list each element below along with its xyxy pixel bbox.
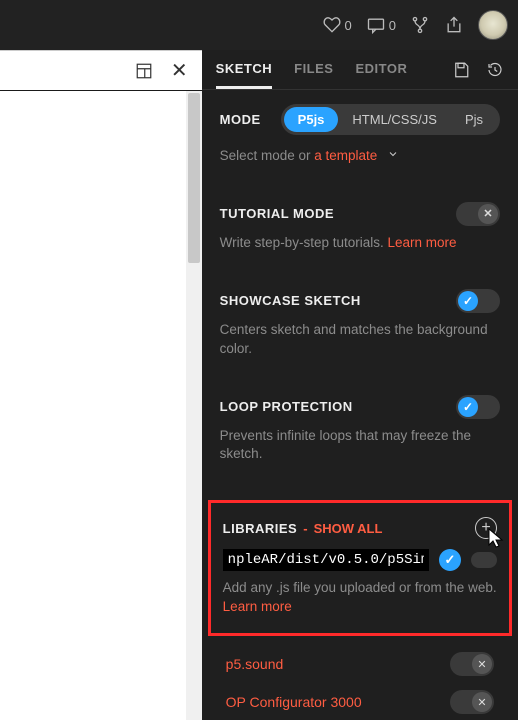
close-icon[interactable]: ✕ <box>171 58 188 83</box>
mode-desc-text: Select mode or <box>220 148 315 163</box>
tab-sketch[interactable]: SKETCH <box>216 61 272 89</box>
scrollbar[interactable] <box>186 91 202 720</box>
tutorial-desc: Write step-by-step tutorials. Learn more <box>220 234 500 253</box>
mode-option-pjs[interactable]: Pjs <box>451 107 497 132</box>
section-showcase: SHOWCASE SKETCH Centers sketch and match… <box>220 289 500 359</box>
library-name[interactable]: p5.sound <box>226 656 284 672</box>
comments-button[interactable]: 0 <box>366 15 396 35</box>
libraries-dash: - <box>303 521 307 536</box>
left-pane: ✕ <box>0 50 202 720</box>
left-pane-header: ✕ <box>0 51 202 91</box>
library-row-p5sound: p5.sound <box>220 650 500 678</box>
left-pane-body <box>0 91 202 720</box>
save-icon[interactable] <box>452 61 470 79</box>
mode-desc: Select mode or a template <box>220 147 500 166</box>
section-loop: LOOP PROTECTION Prevents infinite loops … <box>220 395 500 465</box>
library-toggle[interactable] <box>450 652 494 676</box>
libraries-desc: Add any .js file you uploaded or from th… <box>223 579 497 617</box>
comments-count: 0 <box>389 18 396 33</box>
tab-editor[interactable]: EDITOR <box>355 61 407 89</box>
library-row-opconfig: OP Configurator 3000 <box>220 688 500 716</box>
top-toolbar: 0 0 <box>0 0 518 50</box>
share-button[interactable] <box>444 15 464 35</box>
showcase-title: SHOWCASE SKETCH <box>220 293 361 308</box>
panel-body: MODE P5js HTML/CSS/JS Pjs Select mode or… <box>202 90 518 720</box>
comment-icon <box>366 15 386 35</box>
main-area: ✕ SKETCH FILES EDITOR MODE <box>0 50 518 720</box>
loop-toggle[interactable] <box>456 395 500 419</box>
section-libraries: LIBRARIES - SHOW ALL + Add any .js file … <box>208 500 512 636</box>
showcase-toggle[interactable] <box>456 289 500 313</box>
panel-tabs: SKETCH FILES EDITOR <box>202 50 518 90</box>
layout-icon[interactable] <box>135 62 153 80</box>
loop-title: LOOP PROTECTION <box>220 399 353 414</box>
likes-count: 0 <box>345 18 352 33</box>
mode-option-htmlcssjs[interactable]: HTML/CSS/JS <box>338 107 451 132</box>
showcase-desc: Centers sketch and matches the backgroun… <box>220 321 500 359</box>
scrollbar-thumb[interactable] <box>188 93 200 263</box>
mode-title: MODE <box>220 112 261 127</box>
likes-button[interactable]: 0 <box>322 15 352 35</box>
fork-button[interactable] <box>410 15 430 35</box>
mode-option-p5js[interactable]: P5js <box>284 107 339 132</box>
history-icon[interactable] <box>486 61 504 79</box>
section-tutorial: TUTORIAL MODE Write step-by-step tutoria… <box>220 202 500 253</box>
tutorial-learn-more[interactable]: Learn more <box>387 235 456 250</box>
template-link[interactable]: a template <box>314 148 377 163</box>
library-confirm-button[interactable] <box>439 549 461 571</box>
libraries-learn-more[interactable]: Learn more <box>223 599 292 614</box>
tab-files[interactable]: FILES <box>294 61 333 89</box>
tutorial-desc-text: Write step-by-step tutorials. <box>220 235 388 250</box>
share-icon <box>444 15 464 35</box>
tutorial-title: TUTORIAL MODE <box>220 206 334 221</box>
settings-panel: SKETCH FILES EDITOR MODE P5js HTML/CSS/J… <box>202 50 518 720</box>
fork-icon <box>410 15 430 35</box>
library-toggle[interactable] <box>450 690 494 714</box>
tutorial-toggle[interactable] <box>456 202 500 226</box>
heart-icon <box>322 15 342 35</box>
libraries-desc-text: Add any .js file you uploaded or from th… <box>223 580 497 595</box>
mode-pill-group: P5js HTML/CSS/JS Pjs <box>281 104 500 135</box>
library-url-input[interactable] <box>223 549 429 571</box>
loop-desc: Prevents infinite loops that may freeze … <box>220 427 500 465</box>
add-library-button[interactable]: + <box>475 517 497 539</box>
libraries-showall[interactable]: SHOW ALL <box>314 521 383 536</box>
chevron-down-icon[interactable] <box>387 147 399 166</box>
libraries-title: LIBRARIES <box>223 521 298 536</box>
library-name[interactable]: OP Configurator 3000 <box>226 694 362 710</box>
avatar[interactable] <box>478 10 508 40</box>
library-mini-toggle[interactable] <box>471 552 497 568</box>
section-mode: MODE P5js HTML/CSS/JS Pjs Select mode or… <box>220 104 500 166</box>
